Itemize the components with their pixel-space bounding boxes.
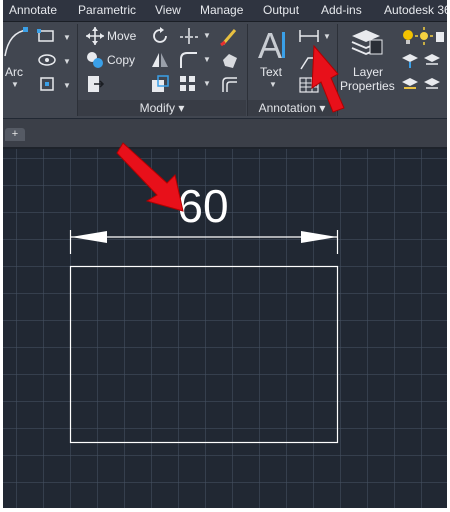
text-dropdown-caret[interactable]: ▼ xyxy=(269,80,277,89)
mirror-icon[interactable] xyxy=(150,50,170,70)
explode-icon[interactable] xyxy=(219,50,241,70)
trim-icon[interactable] xyxy=(178,26,200,46)
move-icon[interactable] xyxy=(85,26,105,46)
dimension-arrowhead-left xyxy=(71,231,107,243)
layer-properties-label-2[interactable]: Properties xyxy=(340,79,395,93)
tab-manage[interactable]: Manage xyxy=(200,3,243,17)
copy-icon[interactable] xyxy=(85,50,105,70)
layer-properties-icon[interactable] xyxy=(350,26,384,58)
offset-icon[interactable] xyxy=(219,74,241,94)
tab-view[interactable]: View xyxy=(155,3,181,17)
ribbon-tab-bar: Annotate Parametric View Manage Output A… xyxy=(3,0,447,22)
drawing-canvas[interactable]: 60 xyxy=(3,142,447,508)
copy-button[interactable]: Copy xyxy=(107,53,135,67)
drawing-geometry xyxy=(69,230,339,444)
tab-annotate[interactable]: Annotate xyxy=(9,3,57,17)
array-icon[interactable] xyxy=(178,74,200,94)
layer-properties-label-1[interactable]: Layer xyxy=(353,65,383,79)
boundary-dropdown-caret[interactable]: ▼ xyxy=(63,81,71,90)
layer-match-icons[interactable] xyxy=(400,74,444,94)
fillet-dropdown-caret[interactable]: ▼ xyxy=(203,55,211,64)
tab-output[interactable]: Output xyxy=(263,3,299,17)
tab-autodesk-360[interactable]: Autodesk 36 xyxy=(384,3,447,17)
array-dropdown-caret[interactable]: ▼ xyxy=(203,79,211,88)
rectangle-icon[interactable] xyxy=(37,28,59,44)
ribbon: Arc ▼ ▼ ▼ ▼ Move Copy ▼ ▼ ▼ Modify ▾ A T… xyxy=(3,22,447,118)
linear-dimension-icon[interactable] xyxy=(298,28,320,44)
fillet-icon[interactable] xyxy=(178,50,200,70)
modify-panel-title[interactable]: Modify ▾ xyxy=(78,100,246,116)
hatch-icon[interactable] xyxy=(37,52,59,68)
arc-button[interactable]: Arc xyxy=(5,65,23,79)
layer-state-icons[interactable] xyxy=(400,26,444,46)
dimension-dropdown-caret[interactable]: ▼ xyxy=(323,32,331,41)
rotate-icon[interactable] xyxy=(150,26,170,46)
tab-parametric[interactable]: Parametric xyxy=(78,3,136,17)
arc-dropdown-caret[interactable]: ▼ xyxy=(11,80,19,89)
dimension-arrowhead-right xyxy=(301,231,337,243)
scale-icon[interactable] xyxy=(150,74,170,94)
tab-add-ins[interactable]: Add-ins xyxy=(321,3,362,17)
text-button[interactable]: Text xyxy=(260,65,282,79)
new-drawing-tab[interactable]: + xyxy=(5,128,25,141)
hatch-dropdown-caret[interactable]: ▼ xyxy=(63,57,71,66)
autocad-window: Annotate Parametric View Manage Output A… xyxy=(3,0,447,508)
rectangle-dropdown-caret[interactable]: ▼ xyxy=(63,33,71,42)
callout-arrow-icon xyxy=(116,142,184,212)
ribbon-callout-arrow-icon xyxy=(311,44,345,113)
drawn-rectangle xyxy=(69,265,339,444)
arc-icon[interactable] xyxy=(3,26,29,62)
text-icon[interactable]: A xyxy=(257,26,289,62)
trim-dropdown-caret[interactable]: ▼ xyxy=(203,31,211,40)
document-tab-bar: + xyxy=(3,119,447,149)
stretch-icon[interactable] xyxy=(85,74,105,94)
svg-text:A: A xyxy=(258,26,282,62)
erase-icon[interactable] xyxy=(219,26,241,46)
layer-tools-icons[interactable] xyxy=(400,50,444,70)
move-button[interactable]: Move xyxy=(107,29,136,43)
boundary-icon[interactable] xyxy=(37,76,59,92)
